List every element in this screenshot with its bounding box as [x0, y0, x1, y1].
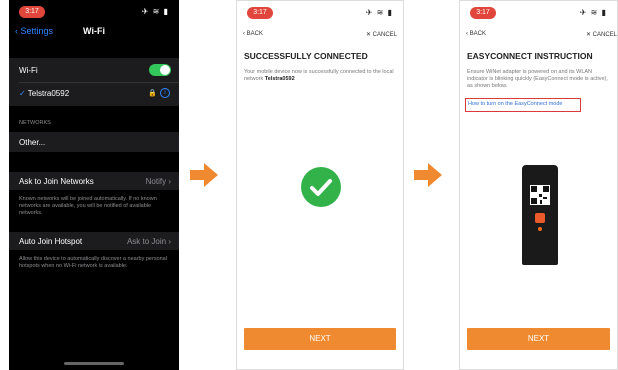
back-label: BACK	[246, 31, 264, 37]
success-screen: 3:17 ✈ ≋ ▮ ‹ BACK ✕ CANCEL SUCCESSFULLY …	[236, 0, 404, 370]
page-title: SUCCESSFULLY CONNECTED	[244, 51, 368, 61]
wifi-group: Wi-Fi ✓ Telstra0592 🔒 i	[9, 58, 179, 106]
winet-adapter-image	[522, 165, 558, 265]
wlan-indicator-icon	[538, 227, 542, 231]
status-bar: 3:17 ✈ ≋ ▮	[237, 7, 403, 21]
cancel-label: CANCEL	[372, 32, 397, 38]
easyconnect-screen: 3:17 ✈ ≋ ▮ ‹ BACK ✕ CANCEL EASYCONNECT I…	[459, 0, 618, 370]
other-network-group: Other...	[9, 132, 179, 152]
status-icons: ✈ ≋ ▮	[142, 7, 169, 16]
app-nav: ‹ BACK ✕ CANCEL	[237, 31, 403, 41]
arrow-head	[428, 163, 442, 187]
close-icon: ✕	[365, 32, 371, 38]
battery-icon: ▮	[387, 8, 393, 17]
battery-icon: ▮	[163, 7, 169, 16]
status-icons: ✈ ≋ ▮	[580, 8, 607, 17]
divider	[19, 82, 179, 83]
checkmark-icon	[310, 179, 332, 196]
arrow-head	[204, 163, 218, 187]
lock-icon: 🔒	[148, 90, 157, 97]
network-name: Telstra0592	[264, 76, 295, 82]
next-button[interactable]: NEXT	[244, 328, 396, 350]
back-button[interactable]: ‹ BACK	[243, 31, 263, 37]
battery-icon: ▮	[601, 8, 607, 17]
status-icons: ✈ ≋ ▮	[366, 8, 393, 17]
instruction-text: Ensure WiNet adapter is powered on and i…	[467, 69, 608, 89]
connected-network-name: Telstra0592	[27, 89, 70, 98]
ask-join-value-text: Notify	[145, 177, 167, 186]
status-time: 3:17	[19, 6, 45, 18]
cancel-button[interactable]: ✕ CANCEL	[586, 31, 617, 38]
other-network-button[interactable]: Other...	[19, 138, 171, 147]
auto-join-description: Allow this device to automatically disco…	[19, 256, 167, 269]
airplane-icon: ✈	[365, 8, 374, 17]
chevron-right-icon: ›	[168, 237, 171, 246]
ask-join-value: Notify ›	[146, 177, 171, 186]
close-icon: ✕	[585, 32, 591, 38]
page-title: EASYCONNECT INSTRUCTION	[467, 51, 593, 61]
status-bar: 3:17 ✈ ≋ ▮	[460, 7, 617, 21]
wps-button-icon	[535, 213, 545, 223]
ask-join-description: Known networks will be joined automatica…	[19, 196, 157, 216]
wifi-icon: ≋	[152, 7, 161, 16]
app-nav: ‹ BACK ✕ CANCEL	[460, 31, 617, 41]
success-check-icon	[301, 167, 341, 207]
page-title: Wi-Fi	[83, 26, 105, 36]
wifi-icon: ≋	[376, 8, 385, 17]
ask-join-group[interactable]: Ask to Join Networks Notify ›	[9, 172, 179, 190]
back-button[interactable]: ‹ BACK	[466, 31, 486, 37]
qr-code	[530, 185, 550, 205]
auto-join-value-text: Ask to Join	[126, 237, 167, 246]
status-bar: 3:17 ✈ ≋ ▮	[9, 6, 179, 20]
next-button[interactable]: NEXT	[467, 328, 610, 350]
home-indicator	[64, 362, 124, 365]
cancel-button[interactable]: ✕ CANCEL	[366, 31, 397, 38]
airplane-icon: ✈	[141, 7, 150, 16]
wifi-toggle[interactable]	[149, 64, 171, 76]
chevron-left-icon: ‹	[243, 31, 245, 37]
back-label: BACK	[469, 31, 487, 37]
status-time: 3:17	[247, 7, 273, 19]
chevron-right-icon: ›	[168, 177, 171, 186]
easyconnect-help-link[interactable]: How to turn on the EasyConnect mode	[465, 98, 581, 112]
status-time: 3:17	[470, 7, 496, 19]
nav-bar: ‹ Settings Wi-Fi	[9, 26, 179, 42]
auto-join-value: Ask to Join ›	[127, 237, 171, 246]
wifi-icon: ≋	[590, 8, 599, 17]
chevron-left-icon: ‹	[466, 31, 468, 37]
success-message: Your mobile device now is successfully c…	[244, 69, 397, 83]
networks-header: NETWORKS	[19, 120, 51, 126]
auto-join-group[interactable]: Auto Join Hotspot Ask to Join ›	[9, 232, 179, 250]
cancel-label: CANCEL	[592, 32, 617, 38]
airplane-icon: ✈	[579, 8, 588, 17]
wifi-settings-screen: 3:17 ✈ ≋ ▮ ‹ Settings Wi-Fi Wi-Fi ✓ Tels…	[9, 0, 179, 370]
checkmark-icon: ✓	[19, 89, 26, 98]
info-icon[interactable]: i	[160, 88, 170, 98]
